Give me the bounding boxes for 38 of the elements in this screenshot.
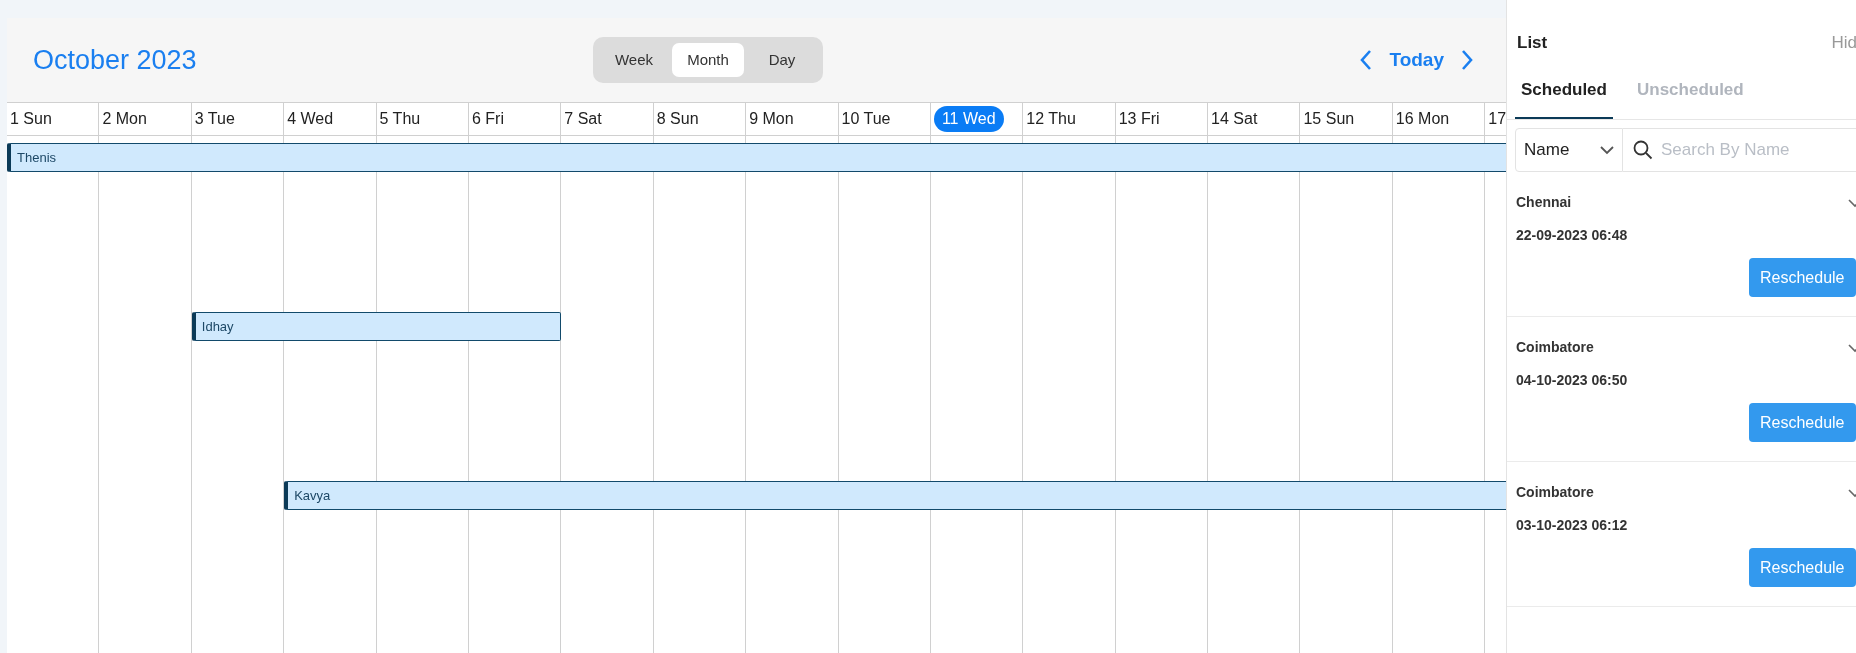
day-header: 14 Sat [1211, 109, 1258, 129]
day-header: 15 Sun [1303, 109, 1355, 129]
day-header: 6 Fri [471, 109, 504, 129]
filter-select[interactable]: Name [1515, 128, 1623, 172]
month-title: October 2023 [33, 43, 198, 77]
event-bar[interactable]: Thenis [7, 143, 1506, 172]
day-header: 13 Fri [1118, 109, 1160, 129]
day-header: 10 Tue [841, 109, 891, 129]
day-header: 3 Tue [194, 109, 235, 129]
day-header: 17 [1488, 109, 1506, 129]
view-tab[interactable]: Month [672, 43, 744, 77]
chevron-icon [1600, 145, 1614, 155]
day-header: 1 Sun [10, 109, 52, 129]
day-header: 9 Mon [749, 109, 794, 129]
view-tab[interactable]: Day [746, 43, 818, 77]
location-name: Coimbatore [1516, 483, 1594, 502]
event-bar[interactable]: Kavya [284, 481, 1506, 510]
location-name: Chennai [1516, 193, 1572, 212]
schedule-date: 04-10-2023 06:50 [1516, 371, 1628, 390]
day-header: 8 Sun [656, 109, 699, 129]
panel-title: List [1517, 32, 1548, 55]
day-header: 4 Wed [287, 109, 334, 129]
search-field[interactable]: Search By Name [1623, 128, 1856, 172]
day-header: 11 Wed [933, 106, 1004, 132]
panel-tab[interactable]: Scheduled [1515, 63, 1613, 119]
day-header: 7 Sat [564, 109, 602, 129]
schedule-date: 22-09-2023 06:48 [1516, 226, 1628, 245]
event-bar[interactable]: Idhay [191, 312, 562, 341]
today-button[interactable]: Today [1389, 45, 1444, 75]
previous-icon[interactable] [1359, 49, 1374, 71]
day-header: 2 Mon [102, 109, 147, 129]
day-header: 12 Thu [1026, 109, 1076, 129]
schedule-date: 03-10-2023 06:12 [1516, 516, 1628, 535]
view-tab[interactable]: Week [598, 43, 670, 77]
day-header: 5 Thu [379, 109, 421, 129]
next-icon[interactable] [1460, 49, 1474, 71]
location-name: Coimbatore [1516, 338, 1594, 357]
day-header: 16 Mon [1395, 109, 1450, 129]
